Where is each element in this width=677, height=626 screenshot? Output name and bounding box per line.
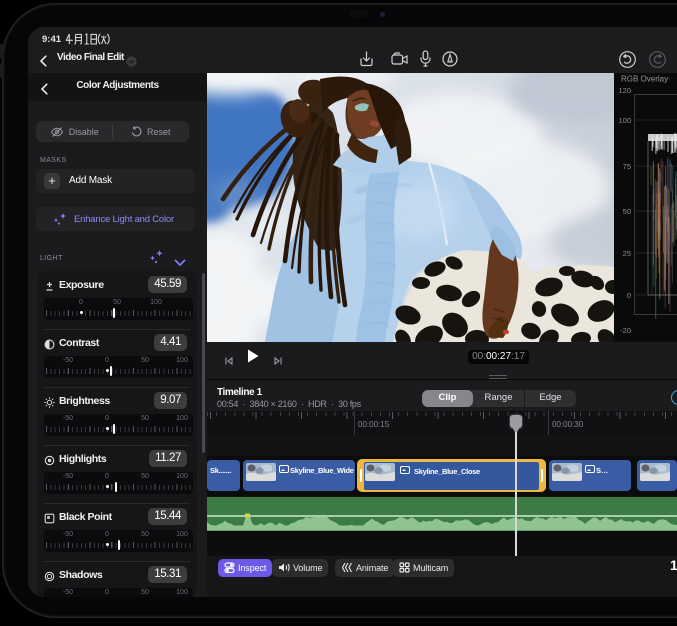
svg-text:-20: -20 [620,326,631,335]
svg-text:25: 25 [623,249,631,258]
svg-text:0: 0 [627,291,631,300]
svg-text:100: 100 [618,116,631,125]
svg-text:120: 120 [618,86,631,95]
svg-text:RGB Overlay: RGB Overlay [621,75,668,84]
svg-text:75: 75 [623,162,631,171]
svg-text:50: 50 [623,207,631,216]
